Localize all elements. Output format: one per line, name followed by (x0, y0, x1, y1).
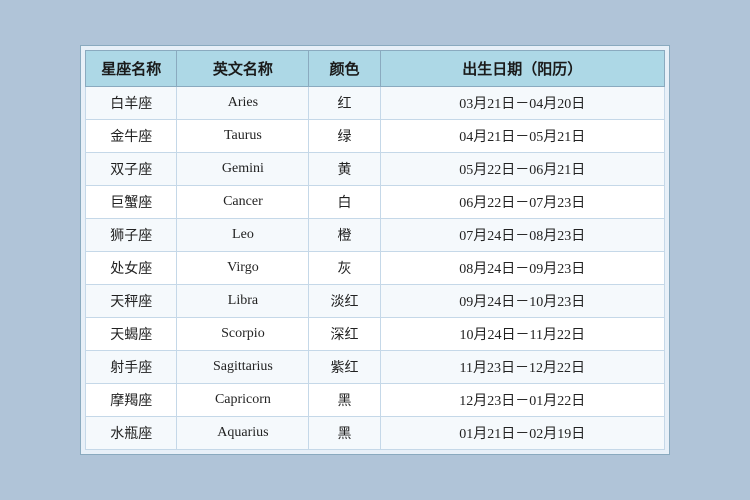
cell-color: 白 (309, 186, 380, 219)
cell-en: Sagittarius (177, 351, 309, 384)
table-row: 白羊座Aries红03月21日－04月20日 (86, 87, 665, 120)
header-color: 颜色 (309, 51, 380, 87)
table-row: 巨蟹座Cancer白06月22日－07月23日 (86, 186, 665, 219)
cell-zh: 天秤座 (86, 285, 177, 318)
cell-en: Aries (177, 87, 309, 120)
cell-color: 黄 (309, 153, 380, 186)
table-row: 水瓶座Aquarius黑01月21日－02月19日 (86, 417, 665, 450)
cell-en: Aquarius (177, 417, 309, 450)
cell-date: 09月24日－10月23日 (380, 285, 664, 318)
cell-color: 深红 (309, 318, 380, 351)
zodiac-table: 星座名称 英文名称 颜色 出生日期（阳历） 白羊座Aries红03月21日－04… (85, 50, 665, 450)
cell-color: 黑 (309, 384, 380, 417)
cell-date: 12月23日－01月22日 (380, 384, 664, 417)
cell-zh: 处女座 (86, 252, 177, 285)
table-row: 处女座Virgo灰08月24日－09月23日 (86, 252, 665, 285)
cell-date: 08月24日－09月23日 (380, 252, 664, 285)
header-zh: 星座名称 (86, 51, 177, 87)
table-container: 星座名称 英文名称 颜色 出生日期（阳历） 白羊座Aries红03月21日－04… (80, 45, 670, 455)
cell-zh: 白羊座 (86, 87, 177, 120)
cell-color: 红 (309, 87, 380, 120)
cell-en: Taurus (177, 120, 309, 153)
cell-color: 灰 (309, 252, 380, 285)
cell-zh: 射手座 (86, 351, 177, 384)
cell-color: 绿 (309, 120, 380, 153)
cell-en: Gemini (177, 153, 309, 186)
cell-date: 03月21日－04月20日 (380, 87, 664, 120)
cell-date: 07月24日－08月23日 (380, 219, 664, 252)
cell-date: 10月24日－11月22日 (380, 318, 664, 351)
table-row: 摩羯座Capricorn黑12月23日－01月22日 (86, 384, 665, 417)
cell-date: 04月21日－05月21日 (380, 120, 664, 153)
cell-en: Scorpio (177, 318, 309, 351)
cell-date: 01月21日－02月19日 (380, 417, 664, 450)
cell-color: 淡红 (309, 285, 380, 318)
cell-zh: 摩羯座 (86, 384, 177, 417)
cell-en: Capricorn (177, 384, 309, 417)
table-row: 金牛座Taurus绿04月21日－05月21日 (86, 120, 665, 153)
cell-color: 橙 (309, 219, 380, 252)
header-date: 出生日期（阳历） (380, 51, 664, 87)
cell-zh: 双子座 (86, 153, 177, 186)
cell-en: Cancer (177, 186, 309, 219)
cell-en: Leo (177, 219, 309, 252)
cell-en: Virgo (177, 252, 309, 285)
cell-zh: 天蝎座 (86, 318, 177, 351)
table-row: 射手座Sagittarius紫红11月23日－12月22日 (86, 351, 665, 384)
table-row: 天蝎座Scorpio深红10月24日－11月22日 (86, 318, 665, 351)
cell-date: 05月22日－06月21日 (380, 153, 664, 186)
cell-zh: 巨蟹座 (86, 186, 177, 219)
cell-en: Libra (177, 285, 309, 318)
table-row: 天秤座Libra淡红09月24日－10月23日 (86, 285, 665, 318)
table-row: 双子座Gemini黄05月22日－06月21日 (86, 153, 665, 186)
cell-zh: 狮子座 (86, 219, 177, 252)
cell-color: 黑 (309, 417, 380, 450)
header-en: 英文名称 (177, 51, 309, 87)
cell-zh: 水瓶座 (86, 417, 177, 450)
cell-date: 06月22日－07月23日 (380, 186, 664, 219)
table-row: 狮子座Leo橙07月24日－08月23日 (86, 219, 665, 252)
cell-zh: 金牛座 (86, 120, 177, 153)
header-row: 星座名称 英文名称 颜色 出生日期（阳历） (86, 51, 665, 87)
cell-color: 紫红 (309, 351, 380, 384)
cell-date: 11月23日－12月22日 (380, 351, 664, 384)
